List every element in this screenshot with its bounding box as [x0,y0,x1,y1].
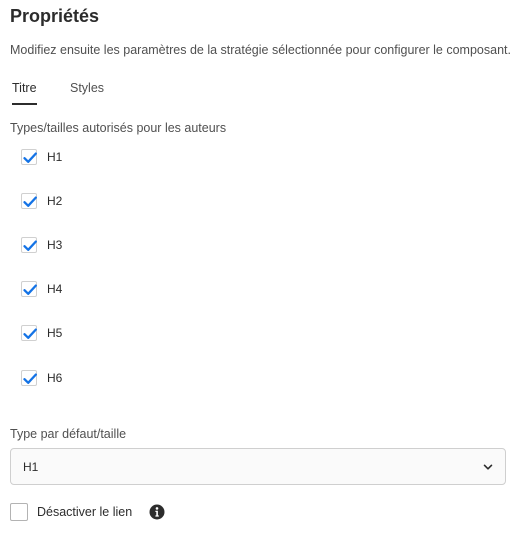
default-type-label: Type par défaut/taille [10,427,127,441]
select-value: H1 [23,460,39,474]
checkbox-box[interactable] [21,281,37,297]
tab-styles[interactable]: Styles [70,78,104,104]
checkbox-box[interactable] [21,370,37,386]
disable-link-label: Désactiver le lien [37,505,133,519]
checkbox-box[interactable] [21,193,37,209]
checkbox-h5[interactable]: H5 [21,324,62,342]
checkbox-box[interactable] [21,149,37,165]
default-type-select[interactable]: H1 [10,448,506,485]
info-icon[interactable] [149,504,165,520]
checkbox-label: H1 [47,150,63,164]
panel-title: Propriétés [10,6,100,26]
checkbox-h1[interactable]: H1 [21,148,62,166]
allowed-types-label: Types/tailles autorisés pour les auteurs [10,121,227,135]
checkbox-box[interactable] [21,325,37,341]
checkmark-icon [23,196,37,207]
checkbox-h6[interactable]: H6 [21,369,62,387]
checkbox-h2[interactable]: H2 [21,192,62,210]
checkbox-label: H4 [47,282,63,296]
checkbox-label: H5 [47,326,63,340]
checkmark-icon [23,373,37,384]
checkmark-icon [23,284,37,295]
checkmark-icon [23,152,37,163]
tab-titre[interactable]: Titre [12,78,37,105]
checkmark-icon [23,328,37,339]
disable-link-checkbox[interactable] [10,503,28,521]
checkbox-box[interactable] [21,237,37,253]
checkbox-label: H3 [47,238,63,252]
panel-description: Modifiez ensuite les paramètres de la st… [10,43,511,57]
checkbox-label: H6 [47,371,63,385]
tab-bar: Titre Styles [10,78,509,106]
chevron-down-icon [483,464,493,470]
checkmark-icon [23,240,37,251]
checkbox-h3[interactable]: H3 [21,236,62,254]
disable-link-row: Désactiver le lien [10,502,165,522]
checkbox-label: H2 [47,194,63,208]
checkbox-h4[interactable]: H4 [21,280,62,298]
